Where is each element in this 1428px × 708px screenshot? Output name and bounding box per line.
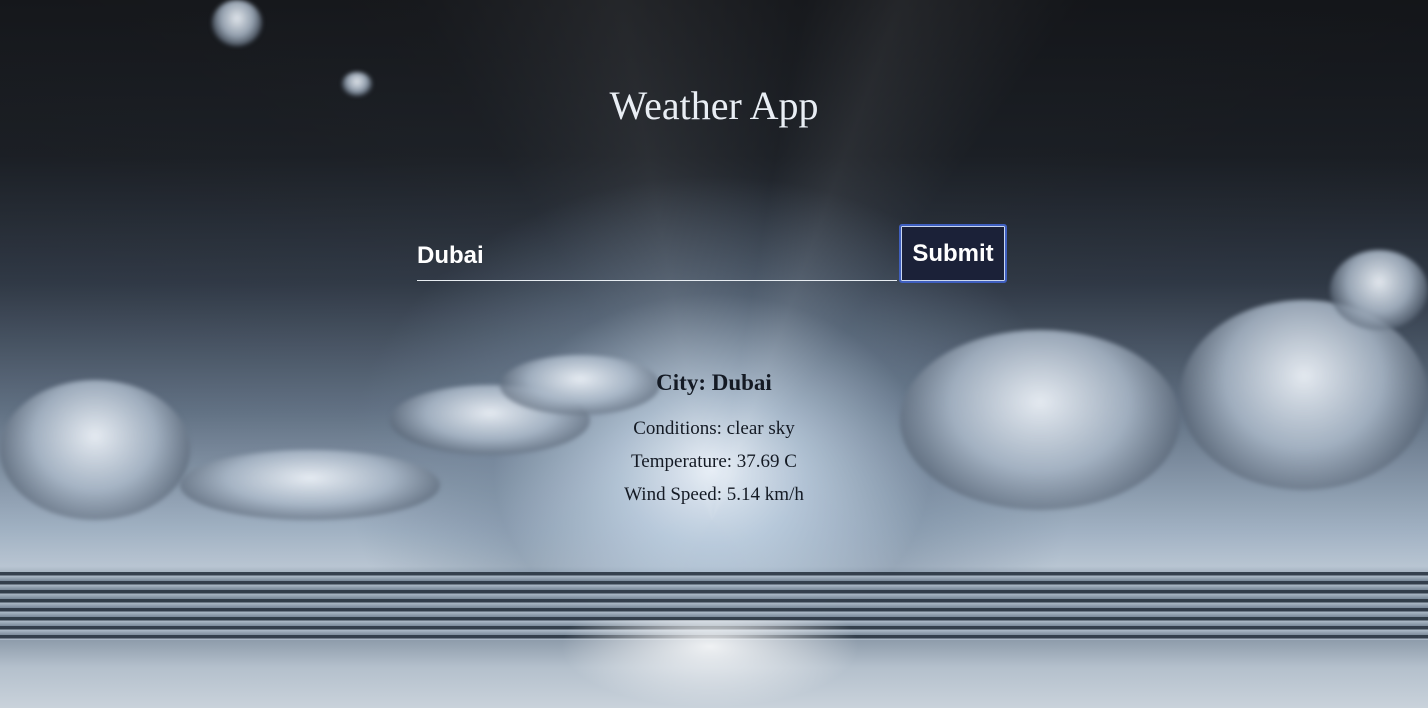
cloud-top-right <box>1330 250 1428 330</box>
weather-results: City: Dubai Conditions: clear sky Temper… <box>0 366 1428 511</box>
conditions-text: Conditions: clear sky <box>633 418 795 439</box>
submit-button[interactable]: Submit <box>899 224 1007 283</box>
cloud-top-left <box>212 0 262 46</box>
wind-speed-text: Wind Speed: 5.14 km/h <box>624 484 804 505</box>
temperature-text: Temperature: 37.69 C <box>631 451 797 472</box>
search-form: Submit <box>417 224 1007 284</box>
shore-reflection <box>560 620 860 708</box>
page-title: Weather App <box>609 83 819 128</box>
city-heading: City: Dubai <box>656 370 772 395</box>
city-input[interactable] <box>417 232 897 281</box>
